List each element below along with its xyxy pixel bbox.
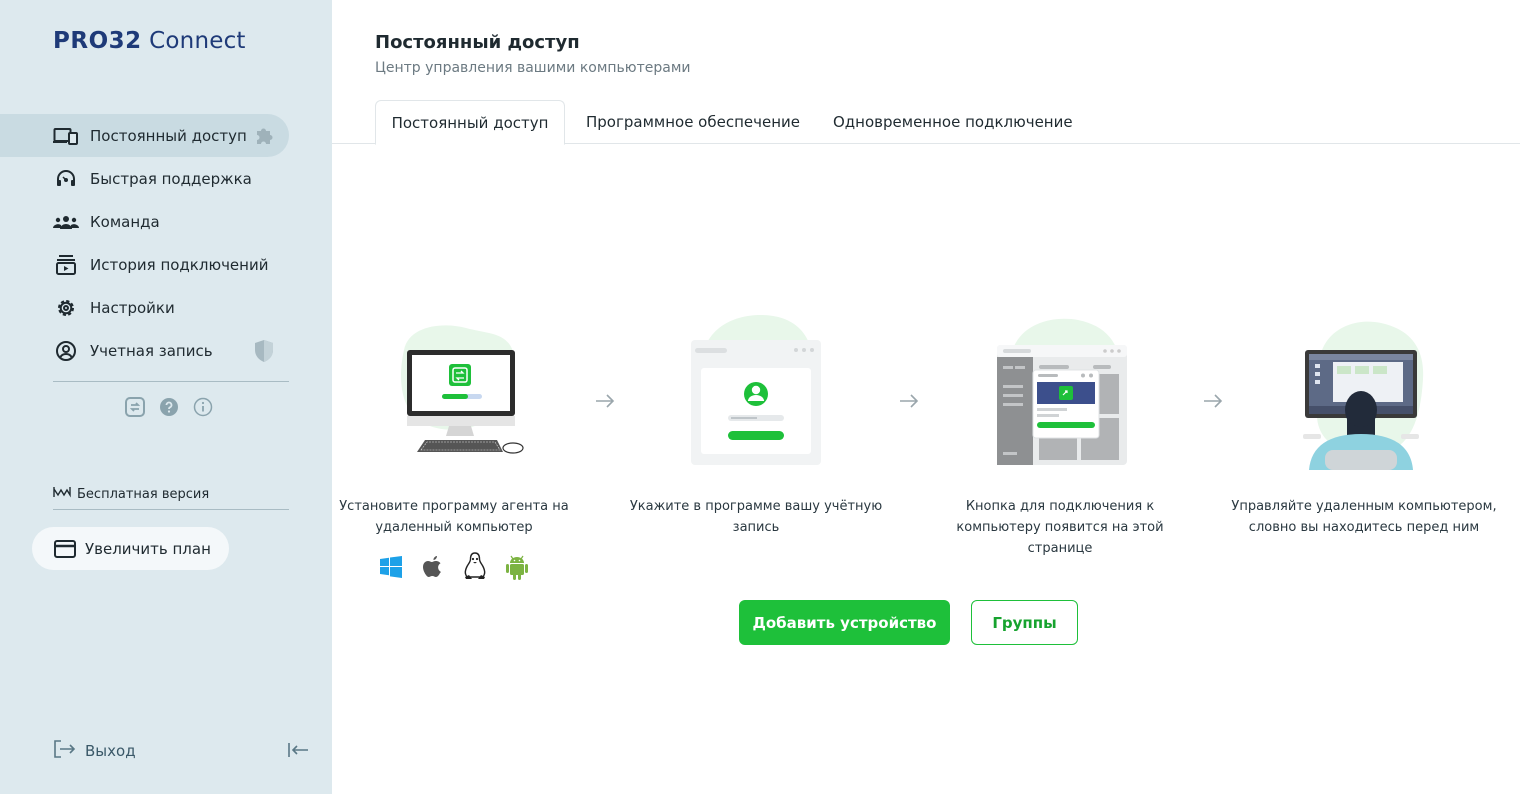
team-icon bbox=[53, 211, 79, 233]
plan-status: Бесплатная версия bbox=[53, 486, 209, 502]
step-caption: Управляйте удаленным компьютером, словно… bbox=[1229, 496, 1499, 538]
app-window: PRO32 Connect Постоянный доступ Быстрая … bbox=[0, 0, 1520, 794]
android-icon bbox=[504, 552, 530, 582]
gear-icon bbox=[53, 297, 79, 319]
account-icon bbox=[53, 340, 79, 362]
logo: PRO32 Connect bbox=[53, 28, 246, 54]
tab-software[interactable]: Программное обеспечение bbox=[586, 100, 800, 144]
step-caption: Укажите в программе вашу учётную запись bbox=[621, 496, 891, 538]
logout-button[interactable]: Выход bbox=[53, 739, 136, 763]
step-caption-line: словно вы находитесь перед ним bbox=[1248, 520, 1480, 535]
help-icon[interactable] bbox=[159, 397, 179, 417]
sidebar-item-permanent-access[interactable]: Постоянный доступ bbox=[0, 114, 289, 157]
sidebar-item-label: История подключений bbox=[90, 255, 269, 274]
headset-icon bbox=[53, 168, 79, 190]
page-title: Постоянный доступ bbox=[375, 32, 580, 53]
sidebar: PRO32 Connect Постоянный доступ Быстрая … bbox=[0, 0, 332, 794]
computer-illustration bbox=[401, 325, 524, 454]
onboarding-steps: Установите программу агента на удаленный… bbox=[332, 310, 1520, 590]
step-connect-button: Кнопка для подключения к компьютеру появ… bbox=[925, 310, 1195, 559]
sidebar-item-history[interactable]: История подключений bbox=[0, 243, 332, 286]
sidebar-item-label: Постоянный доступ bbox=[90, 126, 247, 145]
apple-icon bbox=[420, 552, 446, 582]
groups-button[interactable]: Группы bbox=[971, 600, 1078, 645]
step-remote-control: Управляйте удаленным компьютером, словно… bbox=[1229, 310, 1499, 538]
plan-divider bbox=[53, 509, 289, 510]
info-icon[interactable] bbox=[193, 397, 213, 417]
devices-icon bbox=[53, 125, 79, 147]
windows-icon bbox=[378, 552, 404, 582]
step-sign-in: Укажите в программе вашу учётную запись bbox=[621, 310, 891, 538]
card-icon bbox=[54, 539, 76, 558]
account-illustration bbox=[691, 315, 821, 465]
sidebar-item-label: Быстрая поддержка bbox=[90, 169, 252, 188]
sidebar-mini-icons bbox=[125, 397, 213, 417]
history-icon bbox=[53, 254, 79, 276]
sidebar-item-account[interactable]: Учетная запись bbox=[0, 329, 332, 372]
step-caption: Установите программу агента на удаленный… bbox=[319, 496, 589, 538]
tab-permanent-access[interactable]: Постоянный доступ bbox=[375, 100, 565, 145]
tab-bar: Постоянный доступ Программное обеспечени… bbox=[332, 100, 1520, 145]
upgrade-plan-button[interactable]: Увеличить план bbox=[32, 527, 229, 570]
sidebar-item-label: Учетная запись bbox=[90, 341, 213, 360]
sidebar-nav: Постоянный доступ Быстрая поддержка Кома… bbox=[0, 114, 332, 372]
plan-signal-icon bbox=[53, 486, 71, 502]
logo-brand: PRO32 bbox=[53, 28, 142, 54]
sidebar-divider bbox=[53, 381, 289, 382]
plan-label: Бесплатная версия bbox=[77, 486, 210, 502]
sidebar-item-label: Команда bbox=[90, 212, 160, 231]
upgrade-plan-label: Увеличить план bbox=[85, 539, 211, 558]
puzzle-icon[interactable] bbox=[253, 124, 277, 148]
sidebar-item-settings[interactable]: Настройки bbox=[0, 286, 332, 329]
logout-icon bbox=[53, 739, 77, 763]
remote-user-illustration bbox=[1303, 321, 1424, 470]
step-caption-line: компьютеру появится на этой странице bbox=[956, 520, 1164, 556]
arrow-right-icon bbox=[898, 390, 920, 412]
step-caption-line: Укажите в программе вашу учётную bbox=[629, 499, 883, 514]
step-install-agent: Установите программу агента на удаленный… bbox=[319, 310, 589, 582]
add-device-button[interactable]: Добавить устройство bbox=[739, 600, 950, 645]
step-caption: Кнопка для подключения к компьютеру появ… bbox=[925, 496, 1195, 559]
arrow-right-icon bbox=[594, 390, 616, 412]
linux-icon bbox=[462, 552, 488, 582]
step-caption-line: запись bbox=[732, 520, 780, 535]
sidebar-item-quick-support[interactable]: Быстрая поддержка bbox=[0, 157, 332, 200]
step-caption-line: удаленный компьютер bbox=[375, 520, 533, 535]
shield-icon bbox=[253, 339, 277, 363]
logout-label: Выход bbox=[85, 742, 136, 760]
page-subtitle: Центр управления вашими компьютерами bbox=[375, 60, 691, 76]
connect-app-icon[interactable] bbox=[125, 397, 145, 417]
step-caption-line: Управляйте удаленным компьютером, bbox=[1231, 499, 1497, 514]
arrow-right-icon bbox=[1202, 390, 1224, 412]
main-content: Постоянный доступ Центр управления вашим… bbox=[332, 0, 1520, 794]
dashboard-illustration bbox=[997, 318, 1127, 465]
sidebar-item-label: Настройки bbox=[90, 298, 175, 317]
sidebar-item-team[interactable]: Команда bbox=[0, 200, 332, 243]
step-caption-line: Кнопка для подключения к bbox=[965, 499, 1155, 514]
logo-product: Connect bbox=[141, 28, 246, 54]
step-caption-line: Установите программу агента на bbox=[339, 499, 569, 514]
os-icons bbox=[319, 552, 589, 582]
collapse-sidebar-icon[interactable] bbox=[287, 740, 309, 760]
tab-simultaneous-connection[interactable]: Одновременное подключение bbox=[833, 100, 1073, 144]
